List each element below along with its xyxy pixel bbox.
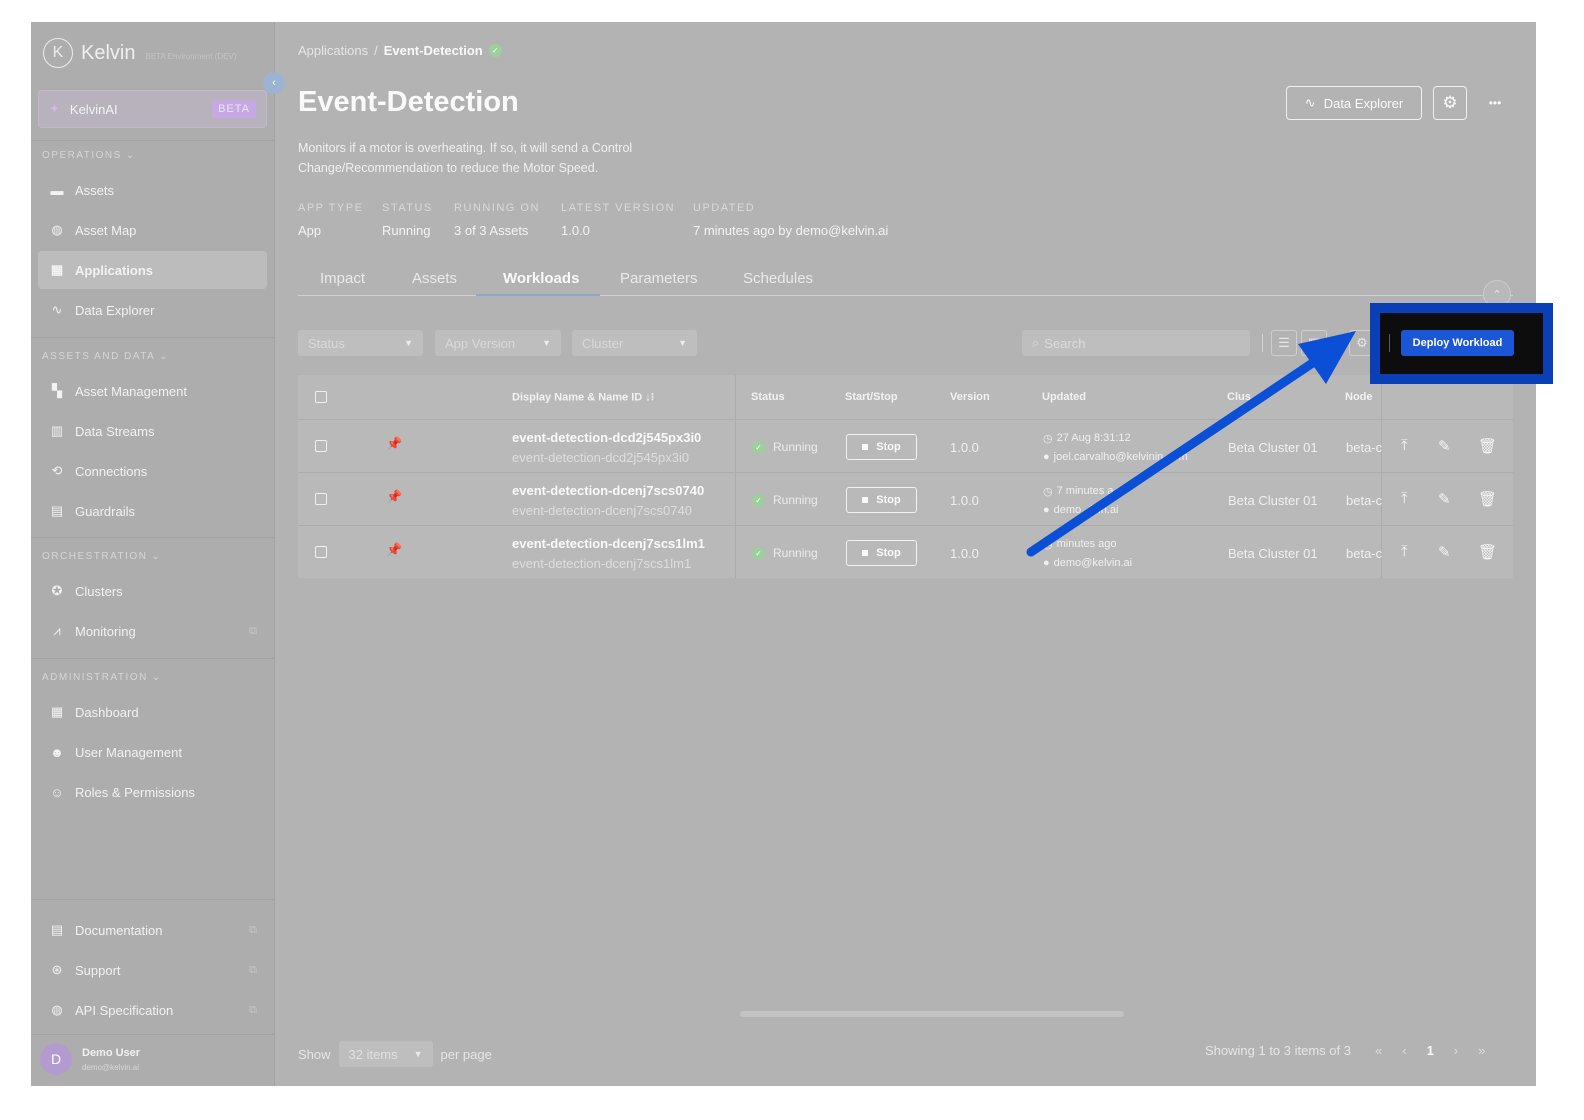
arrow-head (1298, 331, 1356, 384)
pointer-arrow (1026, 331, 1356, 557)
arrow-shaft (1026, 353, 1325, 557)
